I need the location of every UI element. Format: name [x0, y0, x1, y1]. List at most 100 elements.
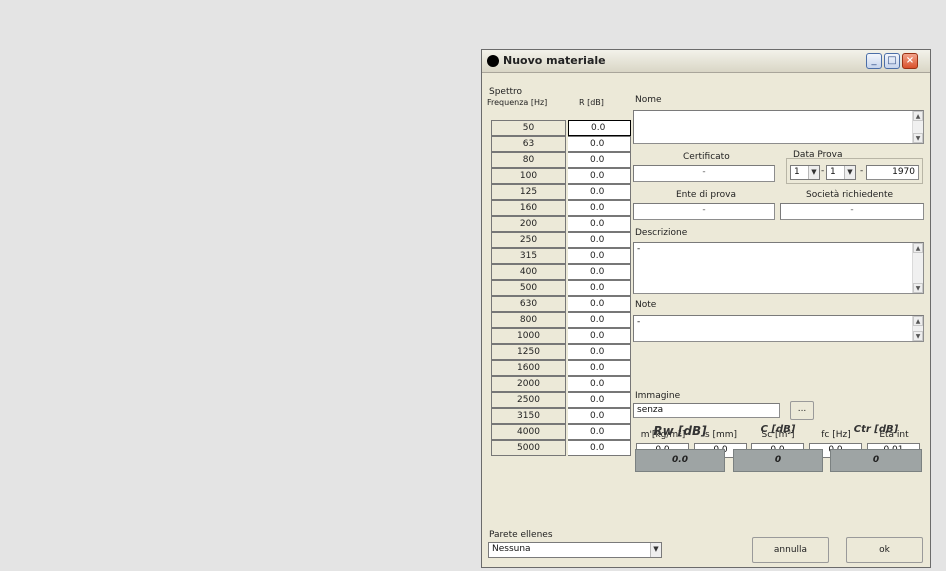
- r-value-cell[interactable]: 0.0: [568, 296, 631, 312]
- r-value-cell[interactable]: 0.0: [568, 248, 631, 264]
- r-value-cell[interactable]: 0.0: [568, 392, 631, 408]
- close-icon[interactable]: ×: [902, 53, 918, 69]
- scroll-down-icon[interactable]: ▼: [913, 283, 923, 293]
- frequency-cell: 5000: [491, 440, 566, 456]
- frequency-cell: 1250: [491, 344, 566, 360]
- note-scrollbar[interactable]: ▲ ▼: [912, 316, 923, 341]
- r-value-cell[interactable]: 0.0: [568, 376, 631, 392]
- descrizione-field[interactable]: - ▲ ▼: [633, 242, 924, 294]
- ente-field[interactable]: -: [633, 203, 775, 220]
- chevron-down-icon[interactable]: ▼: [650, 543, 661, 557]
- chevron-down-icon[interactable]: ▼: [844, 166, 855, 179]
- societa-field[interactable]: -: [780, 203, 924, 220]
- year-field[interactable]: 1970: [866, 165, 919, 180]
- nome-field[interactable]: ▲ ▼: [633, 110, 924, 144]
- ok-button[interactable]: ok: [846, 537, 923, 563]
- r-value-cell[interactable]: 0.0: [568, 184, 631, 200]
- date-separator: -: [860, 166, 864, 176]
- note-field[interactable]: - ▲ ▼: [633, 315, 924, 342]
- r-value-cell[interactable]: 0.0: [568, 264, 631, 280]
- frequency-cell: 50: [491, 120, 566, 136]
- window-title: Nuovo materiale: [503, 54, 606, 67]
- spectrum-row: 50 0.0: [491, 120, 631, 136]
- spectrum-row: 400 0.0: [491, 264, 631, 280]
- date-separator: -: [821, 166, 825, 176]
- spectrum-row: 315 0.0: [491, 248, 631, 264]
- r-value-cell[interactable]: 0.0: [568, 136, 631, 152]
- frequency-cell: 1600: [491, 360, 566, 376]
- month-value: 1: [830, 167, 836, 177]
- r-value-cell[interactable]: 0.0: [568, 328, 631, 344]
- spectrum-row: 1250 0.0: [491, 344, 631, 360]
- chevron-down-icon[interactable]: ▼: [808, 166, 819, 179]
- app-icon: [487, 55, 499, 67]
- frequency-cell: 125: [491, 184, 566, 200]
- result-label: Ctr [dB]: [853, 424, 899, 435]
- frequency-cell: 4000: [491, 424, 566, 440]
- spectrum-row: 160 0.0: [491, 200, 631, 216]
- spectrum-row: 250 0.0: [491, 232, 631, 248]
- spectrum-row: 200 0.0: [491, 216, 631, 232]
- scroll-up-icon[interactable]: ▲: [913, 111, 923, 121]
- frequency-cell: 315: [491, 248, 566, 264]
- nome-label: Nome: [635, 95, 662, 105]
- scroll-up-icon[interactable]: ▲: [913, 243, 923, 253]
- frequency-cell: 500: [491, 280, 566, 296]
- frequency-cell: 2500: [491, 392, 566, 408]
- descrizione-value: -: [637, 244, 641, 254]
- frequency-cell: 100: [491, 168, 566, 184]
- r-value-cell[interactable]: 0.0: [568, 280, 631, 296]
- frequency-cell: 160: [491, 200, 566, 216]
- parete-label: Parete ellenes: [489, 530, 553, 540]
- maximize-icon[interactable]: □: [884, 53, 900, 69]
- frequency-cell: 80: [491, 152, 566, 168]
- r-value-cell[interactable]: 0.0: [568, 152, 631, 168]
- frequency-cell: 630: [491, 296, 566, 312]
- frequency-cell: 200: [491, 216, 566, 232]
- spectrum-row: 63 0.0: [491, 136, 631, 152]
- r-value-cell[interactable]: 0.0: [568, 216, 631, 232]
- r-value-cell[interactable]: 0.0: [568, 440, 631, 456]
- result-label: Rw [dB]: [653, 424, 707, 438]
- parete-select[interactable]: Nessuna ▼: [488, 542, 662, 558]
- scroll-up-icon[interactable]: ▲: [913, 316, 923, 326]
- result-value: 0: [830, 449, 922, 472]
- r-value-cell[interactable]: 0.0: [568, 200, 631, 216]
- r-value-cell[interactable]: 0.0: [568, 168, 631, 184]
- frequency-cell: 2000: [491, 376, 566, 392]
- immagine-field[interactable]: senza: [633, 403, 780, 418]
- scroll-down-icon[interactable]: ▼: [913, 331, 923, 341]
- annulla-button[interactable]: annulla: [752, 537, 829, 563]
- spectrum-row: 800 0.0: [491, 312, 631, 328]
- minimize-icon[interactable]: _: [866, 53, 882, 69]
- immagine-label: Immagine: [635, 391, 681, 401]
- r-value-cell[interactable]: 0.0: [568, 360, 631, 376]
- descrizione-scrollbar[interactable]: ▲ ▼: [912, 243, 923, 293]
- frequency-cell: 1000: [491, 328, 566, 344]
- spectrum-row: 4000 0.0: [491, 424, 631, 440]
- day-select[interactable]: 1 ▼: [790, 165, 820, 180]
- spectrum-row: 3150 0.0: [491, 408, 631, 424]
- spectrum-group-label: Spettro: [489, 87, 523, 97]
- r-value-cell[interactable]: 0.0: [568, 344, 631, 360]
- browse-image-button[interactable]: ...: [790, 401, 814, 420]
- certificato-field[interactable]: -: [633, 165, 775, 182]
- r-value-cell[interactable]: 0.0: [568, 232, 631, 248]
- spectrum-row: 500 0.0: [491, 280, 631, 296]
- descrizione-label: Descrizione: [635, 228, 688, 238]
- societa-label: Società richiedente: [806, 190, 894, 200]
- month-select[interactable]: 1 ▼: [826, 165, 856, 180]
- r-value-cell[interactable]: 0.0: [568, 120, 631, 136]
- frequency-column-header: Frequenza [Hz]: [487, 98, 548, 107]
- frequency-cell: 800: [491, 312, 566, 328]
- spectrum-row: 80 0.0: [491, 152, 631, 168]
- nome-scrollbar[interactable]: ▲ ▼: [912, 111, 923, 143]
- scroll-down-icon[interactable]: ▼: [913, 133, 923, 143]
- r-value-cell[interactable]: 0.0: [568, 312, 631, 328]
- r-value-cell[interactable]: 0.0: [568, 408, 631, 424]
- result-label: C [dB]: [760, 424, 796, 435]
- spectrum-table: 50 0.0 63 0.0 80 0.0 100 0.0 125 0.0 160 0.0 200 0.0 2…: [491, 120, 631, 456]
- title-bar[interactable]: Nuovo materiale _ □ ×: [482, 50, 930, 73]
- r-value-cell[interactable]: 0.0: [568, 424, 631, 440]
- certificato-label: Certificato: [683, 152, 730, 162]
